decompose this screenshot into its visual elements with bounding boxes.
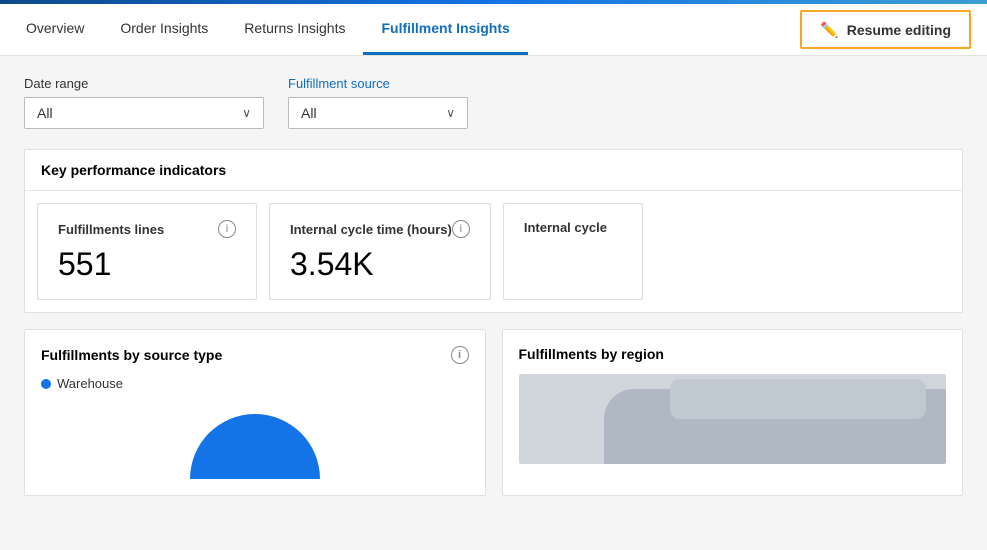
date-range-value: All bbox=[37, 105, 53, 121]
region-card-header: Fulfillments by region bbox=[519, 346, 947, 362]
kpi-card-1-title: Fulfillments lines bbox=[58, 222, 164, 237]
kpi-section-card: Key performance indicators Fulfillments … bbox=[24, 149, 963, 313]
navigation-bar: Overview Order Insights Returns Insights… bbox=[0, 4, 987, 56]
fulfillments-by-source-card: Fulfillments by source type i Warehouse bbox=[24, 329, 486, 496]
kpi-card-internal-cycle-partial: Internal cycle bbox=[503, 203, 643, 300]
source-legend-warehouse: Warehouse bbox=[41, 376, 469, 391]
tab-order-insights[interactable]: Order Insights bbox=[102, 4, 226, 55]
kpi-card-fulfillments-lines: Fulfillments lines i 551 bbox=[37, 203, 257, 300]
map-land-shape-2 bbox=[670, 379, 927, 419]
date-range-label: Date range bbox=[24, 76, 264, 91]
source-card-header: Fulfillments by source type i bbox=[41, 346, 469, 364]
tab-fulfillment-insights[interactable]: Fulfillment Insights bbox=[363, 4, 527, 55]
kpi-card-2-value: 3.54K bbox=[290, 246, 470, 283]
fulfillments-by-region-card: Fulfillments by region bbox=[502, 329, 964, 496]
main-content: Date range All ∨ Fulfillment source All … bbox=[0, 56, 987, 516]
kpi-section-title: Key performance indicators bbox=[25, 150, 962, 191]
date-range-select[interactable]: All ∨ bbox=[24, 97, 264, 129]
kpi-card-2-info-icon[interactable]: i bbox=[452, 220, 470, 238]
pie-chart-area bbox=[41, 399, 469, 479]
source-card-title: Fulfillments by source type bbox=[41, 347, 222, 363]
fulfillment-source-label: Fulfillment source bbox=[288, 76, 468, 91]
filters-row: Date range All ∨ Fulfillment source All … bbox=[24, 76, 963, 129]
region-map-visual bbox=[519, 374, 947, 464]
warehouse-dot bbox=[41, 379, 51, 389]
kpi-card-1-header: Fulfillments lines i bbox=[58, 220, 236, 238]
pencil-icon: ✏️ bbox=[820, 21, 839, 39]
kpi-card-3-title: Internal cycle bbox=[524, 220, 607, 235]
tab-returns-insights[interactable]: Returns Insights bbox=[226, 4, 363, 55]
fulfillment-source-chevron-icon: ∨ bbox=[446, 106, 455, 120]
kpi-card-3-header: Internal cycle bbox=[524, 220, 622, 235]
fulfillment-source-value: All bbox=[301, 105, 317, 121]
kpi-card-internal-cycle-time: Internal cycle time (hours) i 3.54K bbox=[269, 203, 491, 300]
kpi-card-1-info-icon[interactable]: i bbox=[218, 220, 236, 238]
resume-editing-label: Resume editing bbox=[847, 22, 951, 38]
kpi-cards-row: Fulfillments lines i 551 Internal cycle … bbox=[25, 191, 962, 312]
region-card-title: Fulfillments by region bbox=[519, 346, 664, 362]
pie-chart-visual bbox=[190, 414, 320, 479]
bottom-row: Fulfillments by source type i Warehouse … bbox=[24, 329, 963, 496]
fulfillment-source-filter: Fulfillment source All ∨ bbox=[288, 76, 468, 129]
source-card-info-icon[interactable]: i bbox=[451, 346, 469, 364]
resume-editing-button[interactable]: ✏️ Resume editing bbox=[800, 10, 971, 49]
warehouse-label: Warehouse bbox=[57, 376, 123, 391]
date-range-chevron-icon: ∨ bbox=[242, 106, 251, 120]
date-range-filter: Date range All ∨ bbox=[24, 76, 264, 129]
kpi-card-1-value: 551 bbox=[58, 246, 236, 283]
kpi-card-2-header: Internal cycle time (hours) i bbox=[290, 220, 470, 238]
kpi-card-2-title: Internal cycle time (hours) bbox=[290, 222, 452, 237]
fulfillment-source-select[interactable]: All ∨ bbox=[288, 97, 468, 129]
tab-overview[interactable]: Overview bbox=[8, 4, 102, 55]
